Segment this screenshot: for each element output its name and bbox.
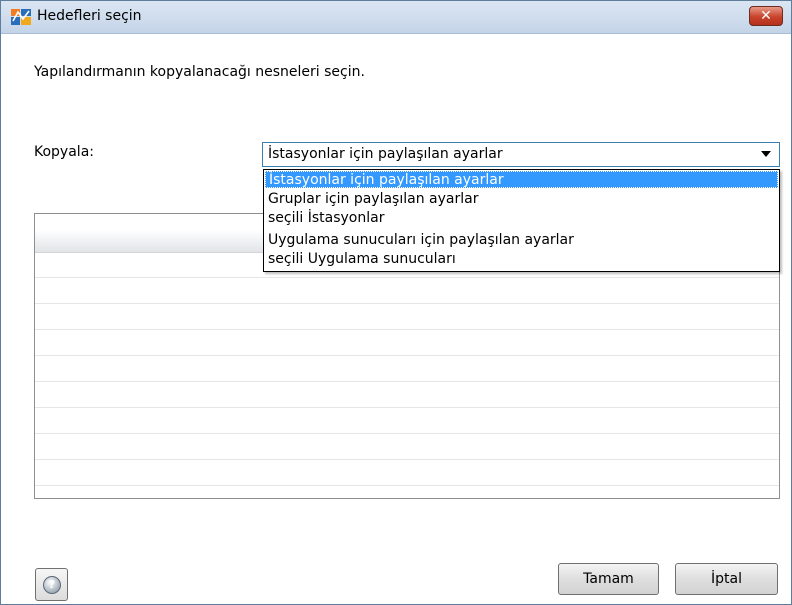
cancel-button[interactable]: İptal (675, 563, 778, 595)
table-row (35, 407, 779, 408)
window-title: Hedefleri seçin (37, 8, 142, 24)
dropdown-option-gruplar-ayarlar[interactable]: Gruplar için paylaşılan ayarlar (265, 191, 778, 208)
copy-select[interactable]: İstasyonlar için paylaşılan ayarlar (262, 142, 780, 167)
copy-label: Kopyala: (34, 144, 94, 160)
table-row (35, 381, 779, 382)
copy-dropdown-list: İstasyonlar için paylaşılan ayarlar Grup… (263, 169, 780, 272)
table-row (35, 459, 779, 460)
dropdown-option-uygulama-ayarlar[interactable]: Uygulama sunucuları için paylaşılan ayar… (265, 232, 778, 249)
instruction-text: Yapılandırmanın kopyalanacağı nesneleri … (34, 64, 365, 80)
table-row (35, 433, 779, 434)
close-button[interactable]: ✕ (749, 6, 783, 26)
copy-select-value: İstasyonlar için paylaşılan ayarlar (268, 146, 503, 162)
table-row (35, 485, 779, 486)
table-row (35, 329, 779, 330)
avg-logo-icon (11, 9, 31, 25)
title-bar: Hedefleri seçin ✕ (1, 1, 791, 34)
question-mark-icon: ? (43, 576, 61, 594)
table-row (35, 303, 779, 304)
dropdown-option-istasyonlar-ayarlar[interactable]: İstasyonlar için paylaşılan ayarlar (265, 171, 778, 188)
chevron-down-icon[interactable] (761, 151, 771, 157)
close-icon: ✕ (760, 8, 772, 24)
help-button[interactable]: ? (35, 568, 68, 601)
table-row (35, 355, 779, 356)
dialog-window: Hedefleri seçin ✕ Yapılandırmanın kopyal… (0, 0, 792, 605)
table-row (35, 277, 779, 278)
ok-button[interactable]: Tamam (558, 563, 659, 595)
dropdown-option-secili-uygulama[interactable]: seçili Uygulama sunucuları (265, 251, 778, 268)
dropdown-option-secili-istasyonlar[interactable]: seçili İstasyonlar (265, 210, 778, 227)
